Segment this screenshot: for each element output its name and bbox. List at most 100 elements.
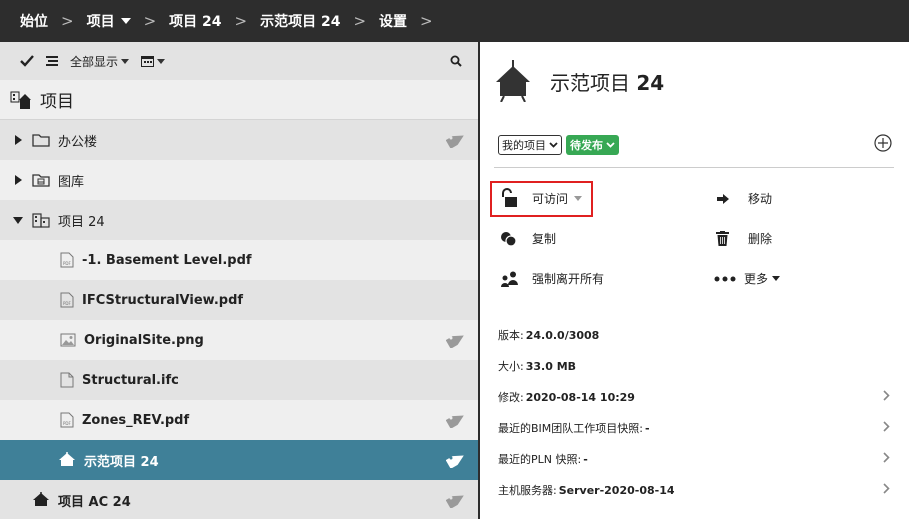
status-badge[interactable]: 待发布: [566, 135, 619, 155]
dropdown-icon[interactable]: [120, 18, 131, 24]
chevron-down-icon: [606, 142, 615, 148]
info-value: Server-2020-08-14: [558, 483, 675, 497]
project-house-icon: [32, 492, 50, 508]
project-tree-panel: 全部显示 项目 办公楼 图库 项目 24 PDF -1. Basement Le…: [0, 42, 478, 519]
breadcrumb-separator: >: [420, 12, 433, 30]
breadcrumb-separator: >: [353, 12, 367, 30]
delete-action[interactable]: 删除: [716, 230, 772, 247]
status-badge-label: 待发布: [570, 139, 603, 152]
breadcrumb-projects-label: 项目: [86, 14, 115, 30]
move-action[interactable]: 移动: [716, 190, 772, 207]
tree-row[interactable]: 图库: [0, 160, 478, 200]
move-arrow-icon: [716, 193, 740, 205]
tree-row[interactable]: PDF -1. Basement Level.pdf: [0, 240, 478, 280]
divider: [494, 167, 894, 168]
info-modified[interactable]: 修改: 2020-08-14 10:29: [498, 389, 890, 405]
breadcrumb: 始位 > 项目 > 项目 24 > 示范项目 24 > 设置 >: [0, 0, 909, 42]
force-leave-action[interactable]: 强制离开所有: [500, 270, 604, 287]
info-version: 版本: 24.0.0/3008: [498, 327, 890, 343]
expand-arrow-icon[interactable]: [13, 135, 23, 145]
tree-row[interactable]: Structural.ifc: [0, 360, 478, 400]
tree-row[interactable]: PDF IFCStructuralView.pdf: [0, 280, 478, 320]
info-pln-snapshot[interactable]: 最近的PLN 快照: -: [498, 451, 890, 467]
chevron-down-icon: [549, 142, 558, 148]
info-label: 大小:: [498, 360, 524, 373]
calendar-filter[interactable]: [141, 55, 166, 67]
pdf-file-icon: PDF: [60, 252, 74, 268]
info-label: 版本:: [498, 329, 524, 342]
tree-root-label: 项目: [40, 92, 74, 112]
pdf-file-icon: PDF: [60, 412, 74, 428]
add-circle-icon[interactable]: [874, 134, 892, 156]
search-icon[interactable]: [450, 55, 462, 67]
tree-row-selected[interactable]: 示范项目 24: [0, 440, 478, 480]
building-icon: [32, 212, 50, 228]
tree-row[interactable]: OriginalSite.png: [0, 320, 478, 360]
info-host-server[interactable]: 主机服务器: Server-2020-08-14: [498, 482, 890, 498]
tree-row[interactable]: 项目 24: [0, 200, 478, 240]
more-action[interactable]: 更多: [714, 270, 781, 287]
tree-row-label: -1. Basement Level.pdf: [82, 252, 252, 268]
expand-arrow-icon[interactable]: [13, 175, 23, 185]
detail-header: 示范项目 24: [494, 60, 664, 102]
tag-icon[interactable]: [445, 332, 466, 352]
info-label: 主机服务器:: [498, 484, 557, 497]
breadcrumb-item-project-24[interactable]: 项目 24: [169, 11, 221, 31]
project-house-icon: [496, 60, 530, 102]
chevron-right-icon[interactable]: [883, 421, 890, 435]
tag-icon[interactable]: [445, 492, 466, 512]
tree-row-label: 办公楼: [58, 134, 98, 150]
info-value: -: [583, 452, 588, 466]
project-select[interactable]: 我的项目: [498, 135, 562, 155]
file-icon: [60, 372, 74, 388]
more-dots-icon: [714, 276, 736, 282]
library-icon: [32, 173, 50, 187]
show-all-label: 全部显示: [70, 54, 119, 69]
breadcrumb-item-projects[interactable]: 项目: [87, 11, 131, 31]
copy-action[interactable]: 复制: [500, 230, 556, 247]
svg-text:PDF: PDF: [63, 421, 71, 426]
info-label: 修改:: [498, 391, 524, 404]
page-title: 示范项目 24: [550, 67, 664, 96]
calendar-icon: [141, 56, 155, 67]
breadcrumb-item-home[interactable]: 始位: [20, 11, 48, 31]
list-icon[interactable]: [46, 55, 58, 67]
tree-row[interactable]: 办公楼: [0, 120, 478, 160]
trash-icon: [716, 231, 740, 246]
info-label: 最近的BIM团队工作项目快照:: [498, 422, 643, 435]
info-value: 2020-08-14 10:29: [525, 390, 635, 404]
access-action[interactable]: 可访问: [500, 188, 583, 208]
title-prefix: 示范项目: [550, 70, 630, 95]
projects-root-icon: [10, 91, 31, 109]
tag-icon[interactable]: [445, 452, 466, 472]
caret-down-icon: [772, 276, 781, 281]
tree-row[interactable]: 项目 AC 24: [0, 480, 478, 519]
check-icon[interactable]: [20, 55, 34, 67]
breadcrumb-item-settings[interactable]: 设置: [379, 11, 407, 31]
tag-icon[interactable]: [445, 412, 466, 432]
chevron-right-icon[interactable]: [883, 390, 890, 404]
tree-row[interactable]: PDF Zones_REV.pdf: [0, 400, 478, 440]
breadcrumb-separator: >: [143, 12, 157, 30]
tree-root[interactable]: 项目: [0, 80, 478, 120]
tree-row-label: 示范项目 24: [84, 454, 159, 470]
move-label: 移动: [748, 192, 773, 206]
info-label: 最近的PLN 快照:: [498, 453, 582, 466]
title-number: 24: [636, 70, 665, 95]
tree-row-label: 项目 24: [58, 214, 105, 230]
svg-text:PDF: PDF: [63, 261, 71, 266]
chevron-right-icon[interactable]: [883, 452, 890, 466]
info-value: -: [645, 421, 650, 435]
collapse-arrow-icon[interactable]: [13, 216, 23, 224]
show-all-filter[interactable]: 全部显示: [70, 53, 130, 70]
info-bimteam-snapshot[interactable]: 最近的BIM团队工作项目快照: -: [498, 420, 890, 436]
tree-row-label: 项目 AC 24: [58, 494, 131, 510]
force-leave-label: 强制离开所有: [532, 272, 605, 286]
pdf-file-icon: PDF: [60, 292, 74, 308]
tree-row-label: Zones_REV.pdf: [82, 412, 190, 428]
breadcrumb-item-demo-project[interactable]: 示范项目 24: [260, 11, 340, 31]
tag-icon[interactable]: [445, 132, 466, 152]
users-icon: [500, 271, 524, 287]
info-size: 大小: 33.0 MB: [498, 358, 890, 374]
chevron-right-icon[interactable]: [883, 483, 890, 497]
